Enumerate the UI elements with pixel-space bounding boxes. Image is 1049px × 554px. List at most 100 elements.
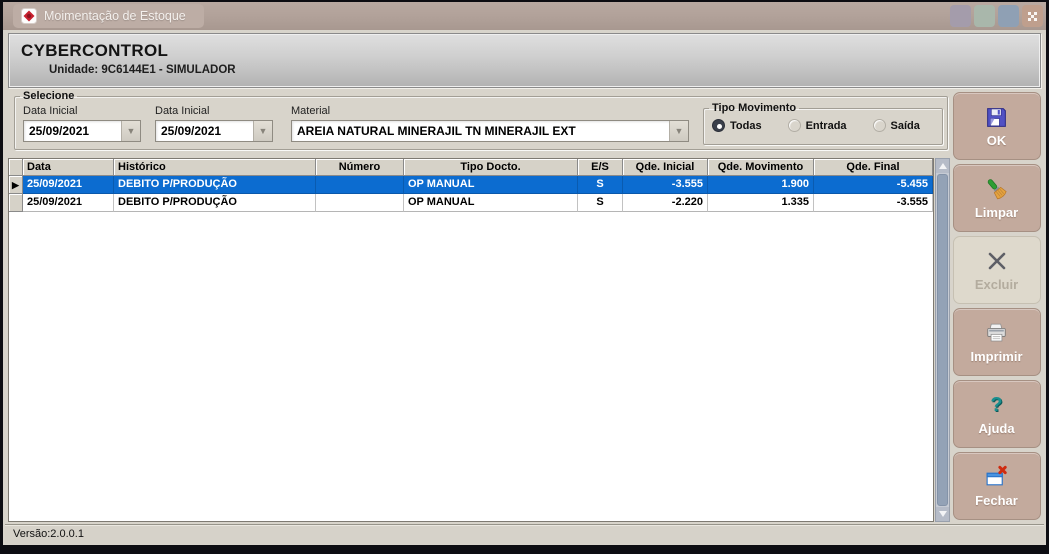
cell-data[interactable]: 25/09/2021 xyxy=(23,194,114,212)
grid-indicator-header xyxy=(9,159,23,176)
grid-header-row: Data Histórico Número Tipo Docto. E/S Qd… xyxy=(9,159,933,176)
window-controls xyxy=(950,5,1043,27)
cell-qde-final[interactable]: -3.555 xyxy=(814,194,933,212)
radio-entrada-label: Entrada xyxy=(806,120,847,132)
cell-numero[interactable] xyxy=(316,194,404,212)
col-header-qde-inicial[interactable]: Qde. Inicial xyxy=(623,159,708,176)
radio-todas[interactable]: Todas xyxy=(712,119,762,132)
cell-data[interactable]: 25/09/2021 xyxy=(23,176,114,194)
fechar-button-label: Fechar xyxy=(975,493,1018,508)
delete-x-icon xyxy=(985,248,1009,274)
window-button-1[interactable] xyxy=(950,5,971,27)
stock-movements-grid: Data Histórico Número Tipo Docto. E/S Qd… xyxy=(8,158,934,522)
help-question-icon: ? xyxy=(990,392,1002,418)
limpar-button-label: Limpar xyxy=(975,205,1018,220)
radio-entrada[interactable]: Entrada xyxy=(788,119,847,132)
window-button-3[interactable] xyxy=(998,5,1019,27)
col-header-tipo-docto[interactable]: Tipo Docto. xyxy=(404,159,578,176)
cell-historico[interactable]: DEBITO P/PRODUÇÃO xyxy=(114,194,316,212)
radio-todas-label: Todas xyxy=(730,120,762,132)
app-window: Moimentação de Estoque CYBERCONTROL Unid… xyxy=(0,0,1049,554)
limpar-button[interactable]: Limpar xyxy=(953,164,1041,232)
arrow-up-icon xyxy=(939,163,947,169)
material-value[interactable]: AREIA NATURAL MINERAJIL TN MINERAJIL EXT xyxy=(292,121,669,141)
col-header-qde-final[interactable]: Qde. Final xyxy=(814,159,933,176)
ajuda-button[interactable]: ? Ajuda xyxy=(953,380,1041,448)
date-start-label: Data Inicial xyxy=(23,105,141,117)
date-end-combobox[interactable]: 25/09/2021 ▼ xyxy=(155,120,273,142)
movement-type-label: Tipo Movimento xyxy=(709,102,799,114)
date-start-combobox[interactable]: 25/09/2021 ▼ xyxy=(23,120,141,142)
cell-es[interactable]: S xyxy=(578,194,623,212)
cell-qde-inicial[interactable]: -2.220 xyxy=(623,194,708,212)
col-header-es[interactable]: E/S xyxy=(578,159,623,176)
col-header-qde-movimento[interactable]: Qde. Movimento xyxy=(708,159,814,176)
date-end-label: Data Inicial xyxy=(155,105,273,117)
excluir-button-label: Excluir xyxy=(975,277,1018,292)
cell-tipo-docto[interactable]: OP MANUAL xyxy=(404,176,578,194)
material-combobox[interactable]: AREIA NATURAL MINERAJIL TN MINERAJIL EXT… xyxy=(291,120,689,142)
cell-qde-movimento[interactable]: 1.900 xyxy=(708,176,814,194)
unit-label: Unidade: 9C6144E1 - SIMULADOR xyxy=(49,64,1040,76)
app-header: CYBERCONTROL Unidade: 9C6144E1 - SIMULAD… xyxy=(8,33,1041,88)
close-window-icon xyxy=(984,464,1009,490)
chevron-down-icon: ▼ xyxy=(259,127,268,136)
col-header-historico[interactable]: Histórico xyxy=(114,159,316,176)
cell-numero[interactable] xyxy=(316,176,404,194)
grid-row[interactable]: 25/09/2021 DEBITO P/PRODUÇÃO OP MANUAL S… xyxy=(9,194,933,212)
cell-qde-movimento[interactable]: 1.335 xyxy=(708,194,814,212)
ajuda-button-label: Ajuda xyxy=(978,421,1014,436)
current-row-arrow-icon: ▶ xyxy=(12,180,19,190)
fechar-button[interactable]: Fechar xyxy=(953,452,1041,520)
cell-tipo-docto[interactable]: OP MANUAL xyxy=(404,194,578,212)
radio-icon xyxy=(788,119,801,132)
clean-brush-icon xyxy=(984,176,1009,202)
version-text: Versão:2.0.0.1 xyxy=(13,528,84,540)
material-label: Material xyxy=(291,105,689,117)
status-bar: Versão:2.0.0.1 xyxy=(5,524,1044,544)
material-field: Material AREIA NATURAL MINERAJIL TN MINE… xyxy=(291,105,689,142)
cell-es[interactable]: S xyxy=(578,176,623,194)
window-close-button[interactable] xyxy=(1022,5,1043,27)
movement-type-options: Todas Entrada Saída xyxy=(704,114,942,132)
date-end-dropdown-button[interactable]: ▼ xyxy=(253,121,272,141)
window-button-2[interactable] xyxy=(974,5,995,27)
row-indicator: ▶ xyxy=(9,176,23,194)
grid-vertical-scrollbar[interactable] xyxy=(935,158,950,522)
ok-button-label: OK xyxy=(987,133,1007,148)
date-start-dropdown-button[interactable]: ▼ xyxy=(121,121,140,141)
col-header-data[interactable]: Data xyxy=(23,159,114,176)
row-indicator xyxy=(9,194,23,212)
chevron-down-icon: ▼ xyxy=(127,127,136,136)
window-titlebar: Moimentação de Estoque xyxy=(3,2,1046,30)
window-title: Moimentação de Estoque xyxy=(44,9,186,23)
radio-icon xyxy=(712,119,725,132)
scrollbar-thumb[interactable] xyxy=(937,174,948,506)
chevron-down-icon: ▼ xyxy=(675,127,684,136)
material-dropdown-button[interactable]: ▼ xyxy=(669,121,688,141)
radio-saida[interactable]: Saída xyxy=(873,119,920,132)
imprimir-button[interactable]: Imprimir xyxy=(953,308,1041,376)
imprimir-button-label: Imprimir xyxy=(970,349,1022,364)
filter-group: Selecione Data Inicial 25/09/2021 ▼ Data… xyxy=(14,90,948,150)
excluir-button: Excluir xyxy=(953,236,1041,304)
app-icon xyxy=(21,8,37,24)
radio-saida-label: Saída xyxy=(891,120,920,132)
ok-button[interactable]: OK xyxy=(953,92,1041,160)
date-end-field: Data Inicial 25/09/2021 ▼ xyxy=(155,105,273,142)
grid-row[interactable]: ▶ 25/09/2021 DEBITO P/PRODUÇÃO OP MANUAL… xyxy=(9,176,933,194)
movement-type-group: Tipo Movimento Todas Entrada Saída xyxy=(703,102,943,145)
cell-historico[interactable]: DEBITO P/PRODUÇÃO xyxy=(114,176,316,194)
radio-icon xyxy=(873,119,886,132)
date-end-value[interactable]: 25/09/2021 xyxy=(156,121,253,141)
date-start-field: Data Inicial 25/09/2021 ▼ xyxy=(23,105,141,142)
scroll-down-button[interactable] xyxy=(936,507,949,521)
app-name: CYBERCONTROL xyxy=(21,41,1040,61)
action-sidebar: OK Limpar xyxy=(950,92,1043,524)
scroll-up-button[interactable] xyxy=(936,159,949,173)
date-start-value[interactable]: 25/09/2021 xyxy=(24,121,121,141)
col-header-numero[interactable]: Número xyxy=(316,159,404,176)
close-icon xyxy=(1028,12,1037,21)
cell-qde-final[interactable]: -5.455 xyxy=(814,176,933,194)
cell-qde-inicial[interactable]: -3.555 xyxy=(623,176,708,194)
